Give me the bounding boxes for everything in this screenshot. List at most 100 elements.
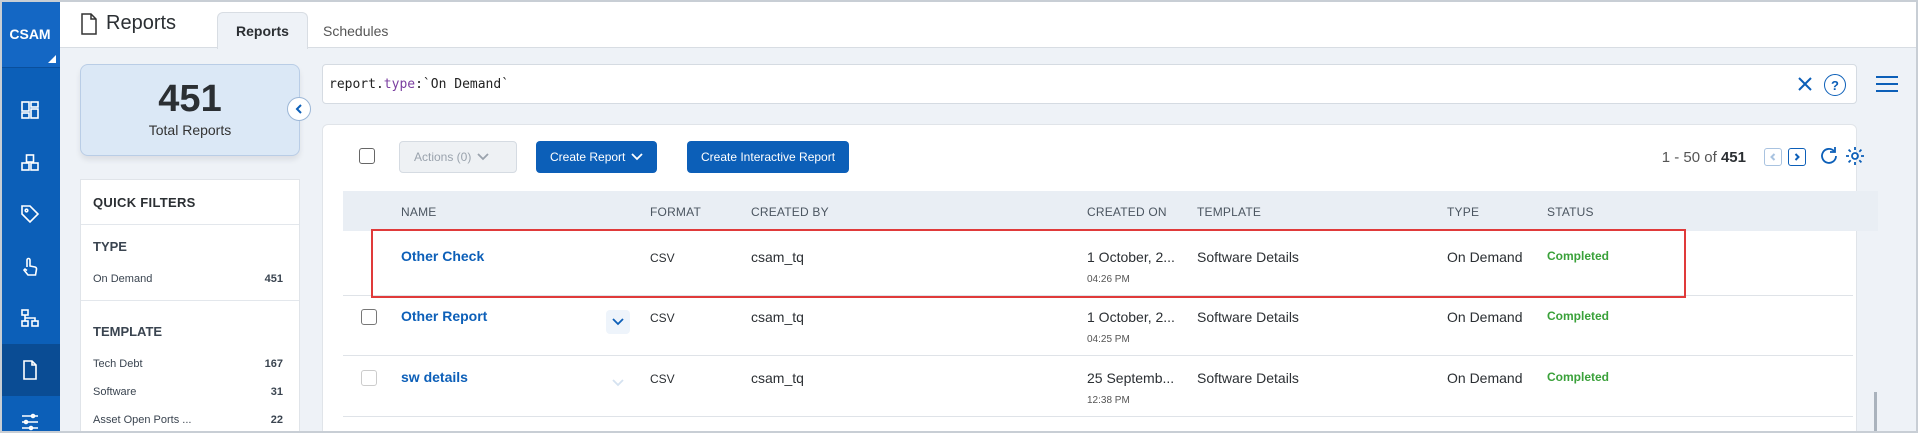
filter-section-type: TYPE [93,239,127,254]
divider [81,300,299,301]
table-row[interactable]: Other Report CSV csam_tq 1 October, 2...… [343,296,1853,356]
row-checkbox[interactable] [361,309,377,325]
document-icon [81,12,97,35]
row-expand-button[interactable] [606,371,630,395]
logo-corner-indicator [48,55,56,63]
highlight-box [371,229,1686,298]
nav-dashboard[interactable] [0,84,60,136]
create-report-button[interactable]: Create Report [536,141,658,173]
report-created-on: 25 Septemb... [1087,370,1175,386]
col-header-format[interactable]: FORMAT [650,205,701,219]
report-name-link[interactable]: sw details [401,369,468,385]
network-icon [21,309,39,327]
prev-page-button[interactable] [1764,148,1782,166]
filter-item-count: 31 [270,386,283,398]
report-created-time: 04:25 PM [1087,334,1130,345]
col-header-created-on[interactable]: CREATED ON [1087,205,1167,219]
gear-icon [1846,147,1864,165]
nav-touch[interactable] [0,240,60,292]
chevron-right-icon [1794,153,1800,161]
chevron-left-icon [295,104,302,114]
dashboard-icon [21,101,39,119]
filter-item-tech-debt[interactable]: Tech Debt 167 [93,358,283,370]
col-header-type[interactable]: TYPE [1447,205,1479,219]
reports-icon [23,360,37,380]
chevron-down-icon [477,153,489,161]
divider [81,224,299,225]
filter-item-on-demand[interactable]: On Demand 451 [93,273,283,285]
tab-reports[interactable]: Reports [217,12,308,49]
tab-schedules[interactable]: Schedules [305,12,406,49]
chevron-down-icon [612,318,624,326]
nav-assets[interactable] [0,136,60,188]
filter-item-asset-open-ports[interactable]: Asset Open Ports ... 22 [93,414,283,426]
hamburger-menu-icon[interactable] [1876,76,1898,92]
nav-network[interactable] [0,292,60,344]
report-format: CSV [650,311,675,325]
table-settings-button[interactable] [1844,145,1866,167]
col-header-name[interactable]: NAME [401,205,436,219]
filter-section-template: TEMPLATE [93,324,163,339]
status-badge: Completed [1547,370,1610,384]
status-badge: Completed [1547,309,1610,323]
settings-sliders-icon [22,413,38,431]
left-nav-rail: CSAM [0,0,60,433]
page-header: Reports Reports Schedules [60,0,1918,49]
app-logo[interactable]: CSAM [0,0,60,68]
filter-item-label: On Demand [93,273,153,285]
collapse-panel-button[interactable] [287,97,311,121]
select-all-checkbox[interactable] [359,148,375,164]
chevron-down-icon [612,379,624,387]
help-icon[interactable]: ? [1824,74,1846,96]
total-reports-count: 451 [158,78,222,120]
row-checkbox[interactable] [361,370,377,386]
report-name-link[interactable]: Other Report [401,308,487,324]
col-header-created-by[interactable]: CREATED BY [751,205,829,219]
report-type: On Demand [1447,370,1523,386]
close-icon [1798,77,1812,91]
refresh-button[interactable] [1818,145,1840,167]
filter-item-software[interactable]: Software 31 [93,386,283,398]
filter-item-count: 167 [264,358,283,370]
report-template: Software Details [1197,309,1299,325]
filter-item-count: 22 [270,414,283,426]
refresh-icon [1821,147,1837,164]
filter-item-label: Tech Debt [93,358,143,370]
chevron-down-icon [631,153,644,161]
actions-button[interactable]: Actions (0) [399,141,517,173]
col-header-status[interactable]: STATUS [1547,205,1594,219]
pagination-summary: 1 - 50 of 451 [1661,149,1746,166]
create-interactive-label: Create Interactive Report [701,150,836,164]
table-row[interactable]: sw details CSV csam_tq 25 Septemb... 12:… [343,357,1853,417]
assets-icon [21,154,39,171]
row-expand-button[interactable] [606,310,630,334]
quick-filters-title: QUICK FILTERS [93,195,196,210]
filter-item-count: 451 [264,273,283,285]
nav-tags[interactable] [0,188,60,240]
total-reports-label: Total Reports [148,122,232,138]
create-report-label: Create Report [550,150,626,164]
tag-icon [21,205,40,224]
create-interactive-report-button[interactable]: Create Interactive Report [687,141,850,173]
app-logo-text: CSAM [9,25,51,42]
chevron-left-icon [1770,153,1776,161]
report-type: On Demand [1447,309,1523,325]
nav-reports[interactable] [0,344,60,396]
clear-search-button[interactable] [1796,75,1814,93]
actions-button-label: Actions (0) [414,150,472,164]
filter-item-label: Software [93,386,137,398]
report-created-time: 12:38 PM [1087,395,1130,406]
total-reports-card: 451 Total Reports [80,64,300,156]
table-scrollbar[interactable] [1874,392,1877,433]
report-template: Software Details [1197,370,1299,386]
touch-icon [22,257,38,276]
report-created-on: 1 October, 2... [1087,309,1175,325]
page-title: Reports [80,12,176,35]
col-header-template[interactable]: TEMPLATE [1197,205,1261,219]
table-header: NAME FORMAT CREATED BY CREATED ON TEMPLA… [343,191,1878,231]
nav-settings[interactable] [0,396,60,433]
report-created-by: csam_tq [751,309,804,325]
search-query-input[interactable]: report.type:`On Demand` ? [322,64,1857,104]
next-page-button[interactable] [1788,148,1806,166]
filter-item-label: Asset Open Ports ... [93,414,192,426]
